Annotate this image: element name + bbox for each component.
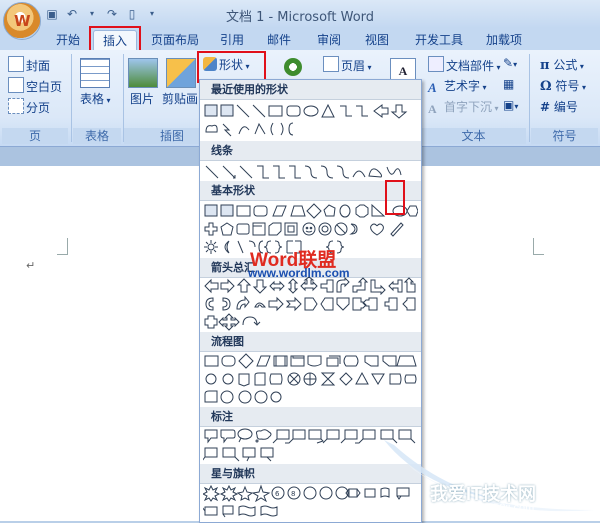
clipart-button[interactable]: 剪贴画 bbox=[162, 90, 198, 107]
quick-parts-button[interactable]: 文档部件 ▾ bbox=[428, 56, 501, 74]
header-button[interactable]: 页眉 ▾ bbox=[323, 56, 372, 74]
group-divider bbox=[71, 54, 72, 142]
shape-row[interactable] bbox=[203, 388, 418, 406]
symbol-label: 符号 bbox=[555, 79, 580, 93]
blank-page-button[interactable]: 空白页 bbox=[8, 77, 62, 95]
number-label: 编号 bbox=[553, 100, 578, 114]
paragraph-mark: ↵ bbox=[26, 259, 36, 272]
group-divider bbox=[529, 54, 530, 142]
shape-row[interactable] bbox=[203, 120, 418, 138]
number-icon: # bbox=[540, 100, 551, 114]
window-controls bbox=[560, 6, 598, 22]
page-break-button[interactable]: 分页 bbox=[8, 98, 50, 116]
tab-page-layout[interactable]: 页面布局 bbox=[145, 30, 205, 50]
table-icon bbox=[80, 58, 110, 88]
wordart-icon: A bbox=[428, 80, 437, 95]
shape-row[interactable] bbox=[203, 102, 418, 120]
quick-parts-label: 文档部件 bbox=[446, 59, 495, 73]
shape-row[interactable] bbox=[203, 313, 418, 331]
drop-cap-icon: A bbox=[428, 102, 437, 116]
shape-row[interactable] bbox=[203, 370, 418, 388]
office-button[interactable]: W bbox=[3, 2, 41, 40]
hyperlink-icon bbox=[284, 58, 302, 76]
signature-line-icon[interactable]: ✎▾ bbox=[503, 56, 517, 70]
tab-developer[interactable]: 开发工具 bbox=[409, 30, 469, 50]
page-break-label: 分页 bbox=[26, 101, 51, 115]
tab-addins[interactable]: 加载项 bbox=[478, 30, 530, 50]
equation-label: 公式 bbox=[553, 58, 578, 72]
quick-parts-icon bbox=[428, 56, 444, 72]
section-recent-shapes: 最近使用的形状 bbox=[200, 80, 421, 100]
shape-row[interactable] bbox=[203, 220, 418, 238]
header-icon bbox=[323, 56, 339, 72]
date-time-icon[interactable]: ▦ bbox=[503, 77, 514, 91]
table-button[interactable]: 表格 ▾ bbox=[80, 90, 111, 107]
table-label: 表格 bbox=[80, 92, 105, 106]
tab-home[interactable]: 开始 bbox=[48, 30, 88, 50]
section-lines: 线条 bbox=[200, 141, 421, 161]
picture-icon bbox=[128, 58, 158, 88]
clipart-icon bbox=[166, 58, 196, 88]
blank-page-label: 空白页 bbox=[26, 80, 63, 94]
tab-references[interactable]: 引用 bbox=[213, 30, 251, 50]
shape-row[interactable] bbox=[203, 295, 418, 313]
shape-row[interactable] bbox=[203, 163, 418, 181]
text-group-label: 文本 bbox=[421, 128, 526, 144]
margin-corner-mark bbox=[533, 238, 544, 255]
equation-button[interactable]: π 公式 ▾ bbox=[540, 56, 584, 73]
tab-view[interactable]: 视图 bbox=[358, 30, 396, 50]
object-icon[interactable]: ▣▾ bbox=[503, 98, 518, 112]
window-title: 文档 1 - Microsoft Word bbox=[225, 10, 375, 25]
shape-row[interactable] bbox=[203, 352, 418, 370]
picture-button[interactable]: 图片 bbox=[130, 90, 154, 107]
drop-cap-label: 首字下沉 bbox=[444, 100, 493, 114]
watermark-52ij-url: www.52ij.com bbox=[467, 502, 535, 514]
watermark-wordlm-url: www.wordlm.com bbox=[248, 266, 350, 280]
omega-icon: Ω bbox=[540, 79, 552, 94]
cover-page-icon bbox=[8, 56, 24, 72]
table-group-label: 表格 bbox=[73, 128, 121, 144]
office-logo-icon: W bbox=[14, 12, 31, 30]
section-callouts: 标注 bbox=[200, 407, 421, 427]
section-flowchart: 流程图 bbox=[200, 332, 421, 352]
margin-corner-mark bbox=[57, 238, 68, 255]
number-button[interactable]: # 编号 bbox=[540, 98, 578, 115]
header-label: 页眉 bbox=[341, 59, 366, 73]
tab-review[interactable]: 审阅 bbox=[310, 30, 348, 50]
pages-group-label: 页 bbox=[2, 128, 68, 144]
oval-shape-highlight bbox=[385, 180, 405, 215]
wordart-button[interactable]: A 艺术字 ▾ bbox=[428, 77, 487, 95]
illustrations-label: 插图 bbox=[159, 129, 184, 143]
pi-icon: π bbox=[540, 58, 550, 73]
tab-mailings[interactable]: 邮件 bbox=[260, 30, 298, 50]
blank-page-icon bbox=[8, 77, 24, 93]
symbol-button[interactable]: Ω 符号 ▾ bbox=[540, 77, 586, 94]
drop-cap-button[interactable]: A 首字下沉 ▾ bbox=[428, 98, 499, 116]
page-break-icon bbox=[8, 98, 24, 114]
cover-page-button[interactable]: 封面 bbox=[8, 56, 50, 74]
svg-text:8: 8 bbox=[291, 490, 295, 498]
wordart-label: 艺术字 bbox=[444, 79, 481, 93]
symbols-group-label: 符号 bbox=[531, 128, 598, 144]
cover-page-label: 封面 bbox=[26, 59, 51, 73]
svg-text:6: 6 bbox=[275, 490, 280, 498]
